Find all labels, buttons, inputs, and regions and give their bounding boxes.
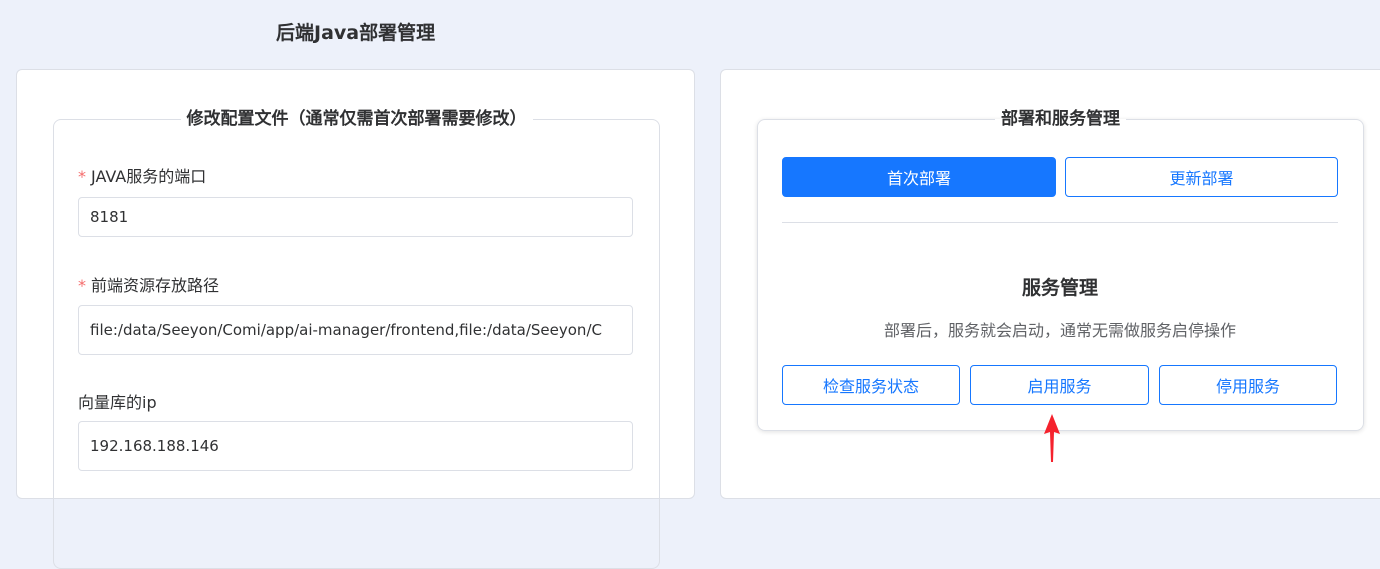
up-arrow-icon [1044,414,1060,462]
frontend-path-label-text: 前端资源存放路径 [91,276,220,295]
update-deploy-button[interactable]: 更新部署 [1065,157,1338,197]
deploy-legend: 部署和服务管理 [1001,109,1120,129]
port-label-text: JAVA服务的端口 [91,167,207,186]
vector-db-ip-input[interactable] [78,421,633,471]
check-service-status-button[interactable]: 检查服务状态 [782,365,960,405]
frontend-path-label: * 前端资源存放路径 [78,272,219,296]
vector-db-ip-label-text: 向量库的ip [78,393,157,412]
port-input[interactable] [78,197,633,237]
required-mark: * [78,276,86,295]
config-card: 修改配置文件（通常仅需首次部署需要修改） * JAVA服务的端口 * 前端资源存放路… [16,69,695,569]
service-management-description: 部署后，服务就会启动，通常无需做服务启停操作 [883,321,1236,340]
first-deploy-button[interactable]: 首次部署 [782,157,1056,197]
frontend-path-input[interactable] [78,305,633,355]
config-legend: 修改配置文件（通常仅需首次部署需要修改） [186,109,527,129]
required-mark: * [78,167,86,186]
port-label: * JAVA服务的端口 [78,163,206,187]
start-service-button[interactable]: 启用服务 [970,365,1149,405]
service-management-title: 服务管理 [1021,277,1098,299]
divider [782,222,1338,223]
vector-db-ip-label: 向量库的ip [78,389,157,413]
stop-service-button[interactable]: 停用服务 [1159,365,1337,405]
page-title: 后端Java部署管理 [276,22,436,44]
